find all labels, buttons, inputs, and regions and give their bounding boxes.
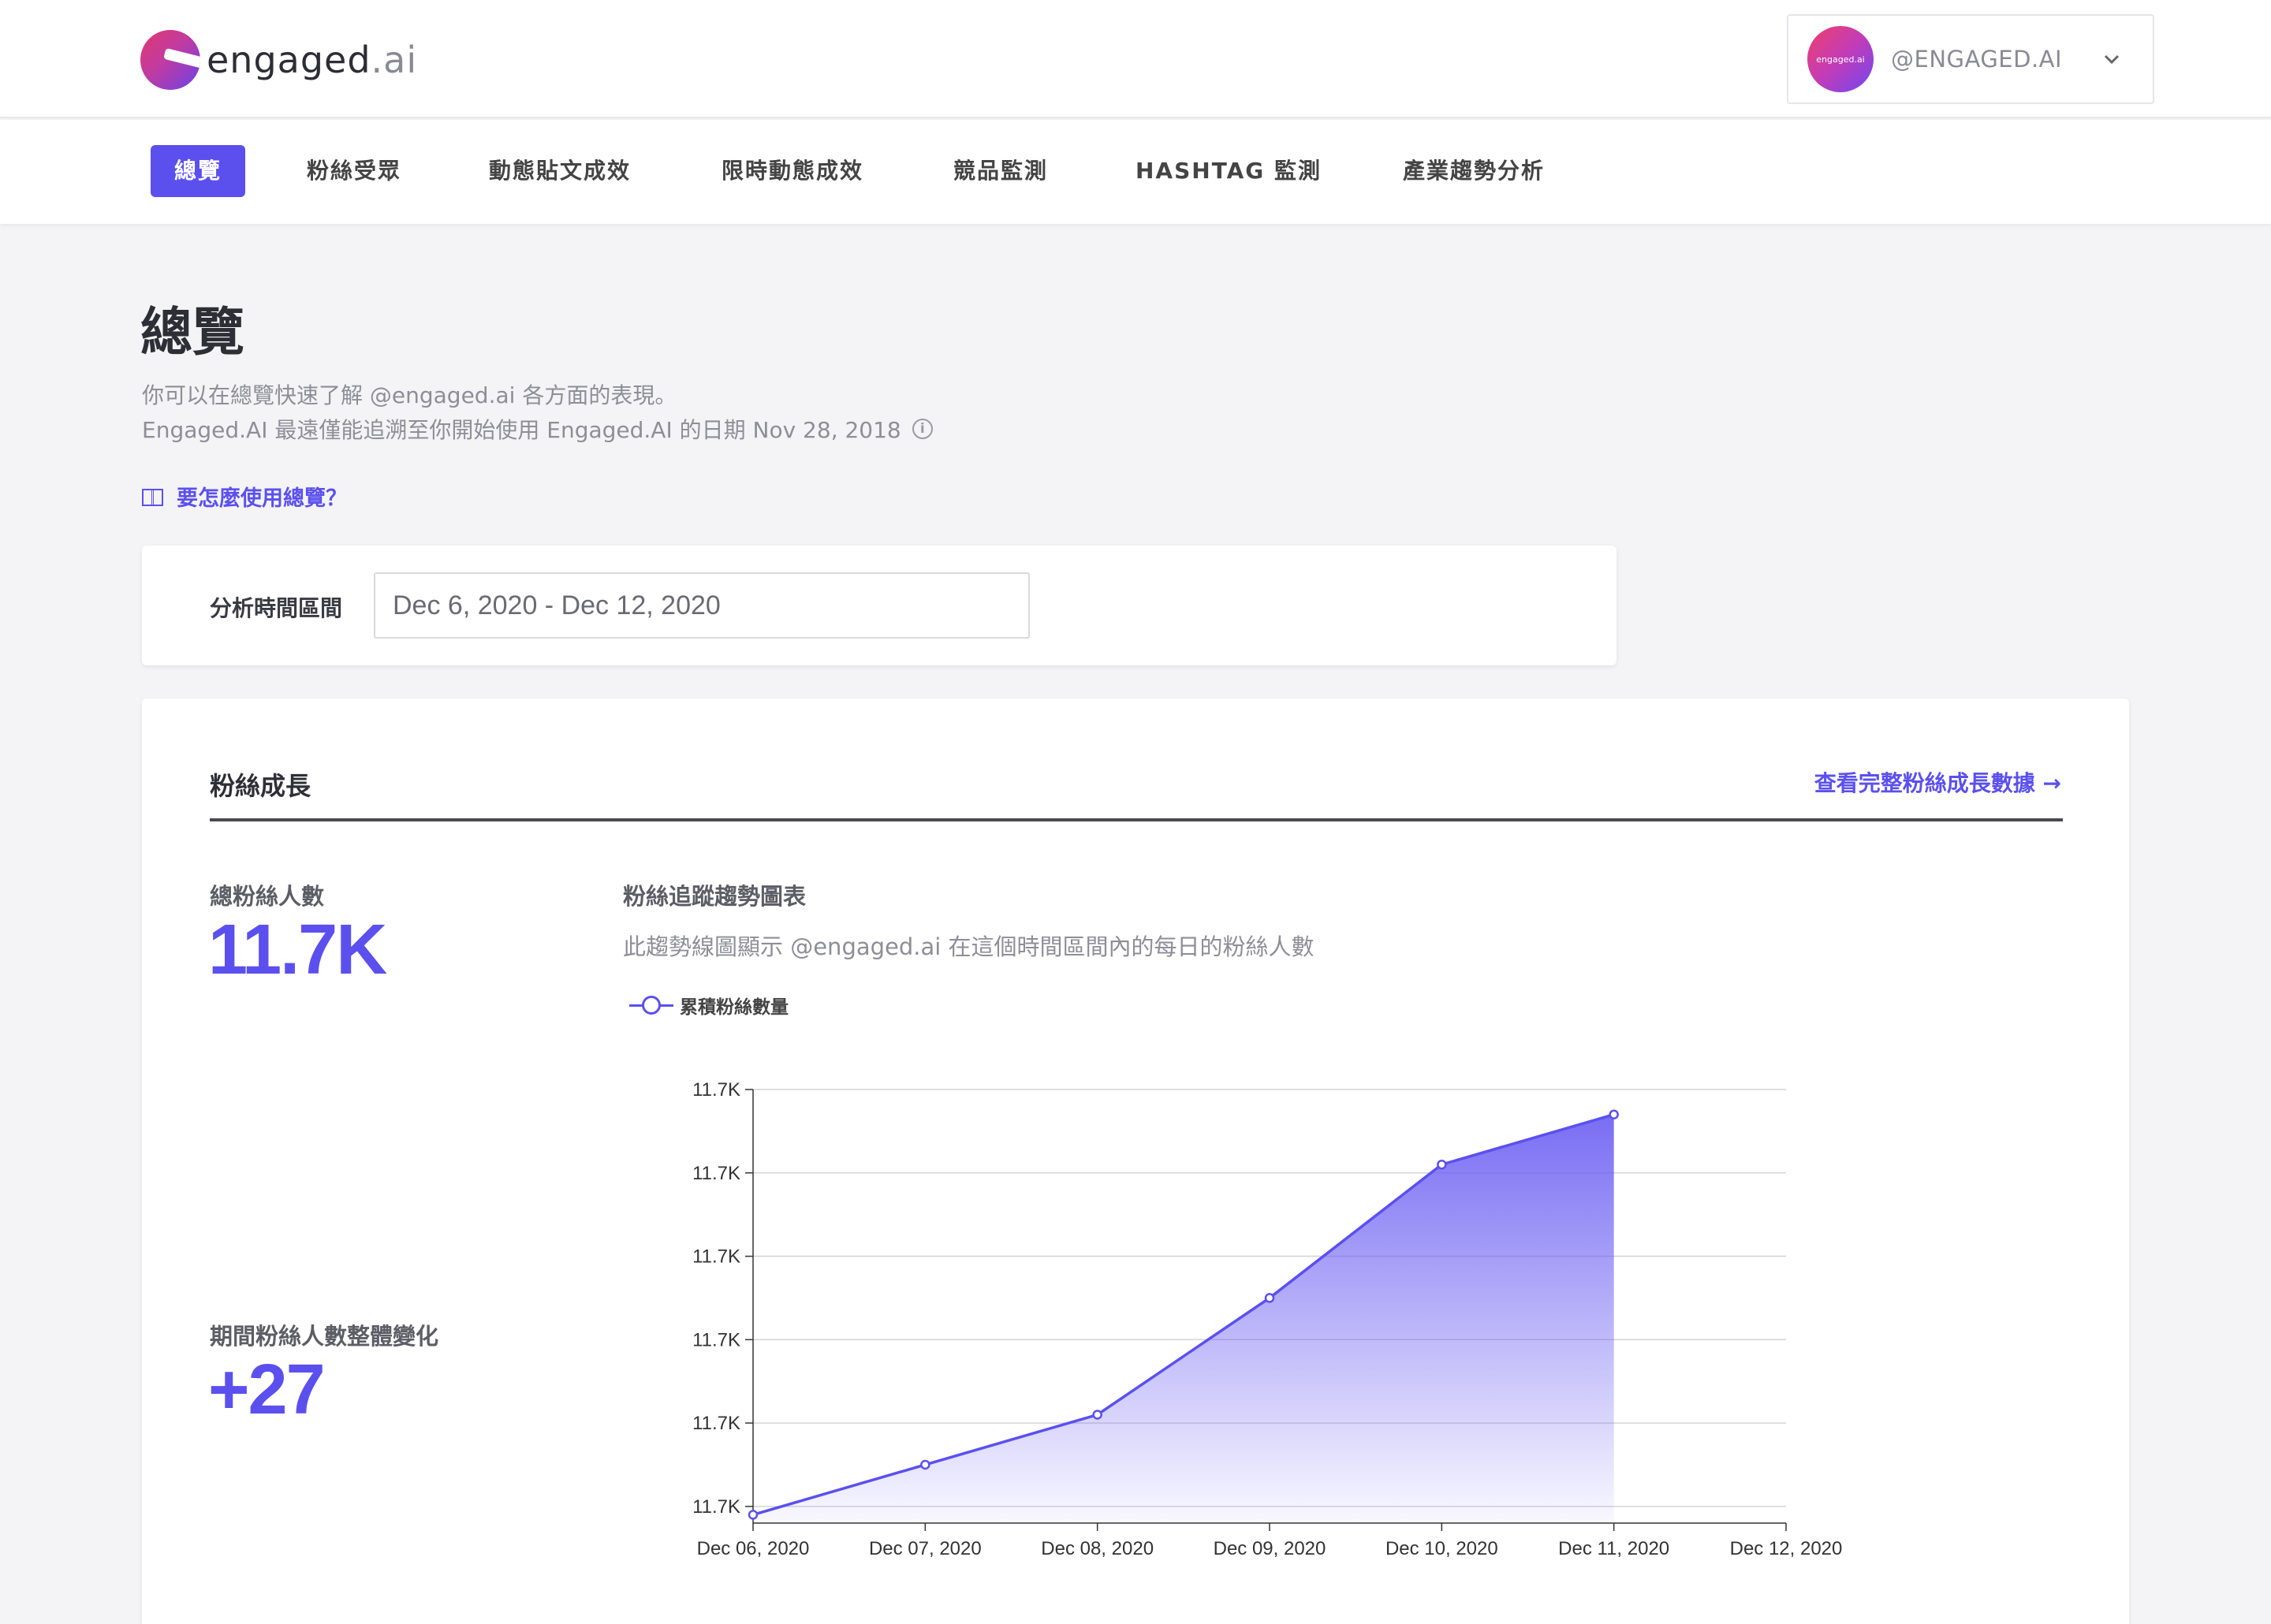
x-tick-label: Dec 06, 2020 xyxy=(697,1538,810,1559)
data-point xyxy=(920,1459,930,1470)
x-tick-label: Dec 12, 2020 xyxy=(1730,1538,1843,1559)
y-tick-label: 11.7K xyxy=(692,1329,740,1350)
y-tick-label: 11.7K xyxy=(692,1496,740,1518)
data-point xyxy=(1437,1159,1447,1170)
x-tick-label: Dec 07, 2020 xyxy=(869,1538,982,1559)
data-point xyxy=(1609,1109,1619,1119)
series-area xyxy=(753,1114,1614,1523)
y-tick-label: 11.7K xyxy=(692,1413,740,1434)
data-point xyxy=(1092,1410,1102,1420)
data-point xyxy=(748,1510,759,1520)
y-tick-label: 11.7K xyxy=(692,1246,740,1268)
y-tick-label: 11.7K xyxy=(692,1079,740,1101)
follower-trend-chart: 11.7K 11.7K 11.7K 11.7K 11.7K 11.7K Dec 06, 20… xyxy=(692,1079,1843,1559)
y-tick-label: 11.7K xyxy=(692,1163,740,1184)
x-tick-label: Dec 10, 2020 xyxy=(1385,1538,1498,1559)
data-point xyxy=(1264,1293,1275,1303)
x-tick-label: Dec 11, 2020 xyxy=(1558,1538,1669,1559)
x-tick-label: Dec 09, 2020 xyxy=(1214,1538,1326,1559)
x-tick-label: Dec 08, 2020 xyxy=(1041,1538,1154,1559)
